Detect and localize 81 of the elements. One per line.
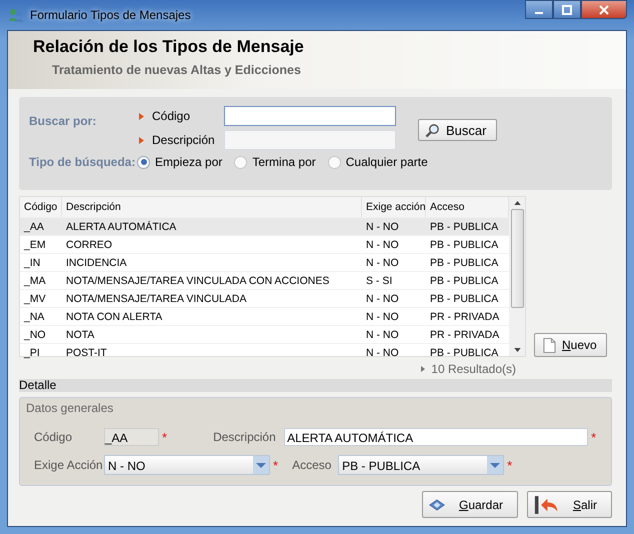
table-cell-text: PB - PUBLICA: [429, 346, 500, 358]
search-label: Buscar por:: [29, 114, 98, 130]
table-cell-text: PR - PRIVADA: [429, 328, 500, 340]
field-label: Acceso: [292, 458, 332, 472]
table-cell-text: N - NO: [365, 328, 400, 340]
column-header[interactable]: Exige acción: [362, 197, 426, 217]
field-label: Código: [34, 430, 74, 444]
radio-option[interactable]: Empieza por: [137, 155, 222, 169]
search-button[interactable]: Buscar: [418, 119, 498, 141]
section-title: Detalle: [19, 378, 56, 392]
table-cell-text: N - NO: [365, 292, 400, 304]
table-cell-text: N - NO: [365, 238, 400, 250]
arrow-icon: [139, 136, 144, 144]
table-cell-text: PB - PUBLICA: [429, 292, 500, 304]
required-mark: *: [162, 430, 168, 444]
maximize-icon: [562, 4, 572, 14]
table-cell-text: POST-IT: [65, 346, 108, 358]
radio-option[interactable]: Cualquier parte: [328, 155, 428, 169]
table-cell-text: N - NO: [365, 220, 400, 232]
column-header[interactable]: Código: [20, 197, 62, 217]
code-field[interactable]: _AA: [104, 428, 159, 446]
column-header[interactable]: Descripción: [62, 197, 362, 217]
table-cell-text: _EM: [22, 238, 47, 250]
arrow-icon: [421, 366, 426, 372]
scroll-up-icon: [514, 201, 520, 205]
table-cell-text: _MA: [22, 274, 47, 286]
close-icon: [599, 4, 609, 14]
table-cell-text: PB - PUBLICA: [429, 274, 500, 286]
field-label: Exige Acción: [34, 458, 104, 472]
field-label: Descripción: [213, 430, 277, 444]
table-cell-text: _PI: [22, 346, 41, 358]
required-mark: *: [273, 458, 278, 472]
access-dropdown[interactable]: PB - PUBLICA: [338, 455, 504, 475]
close-button[interactable]: [581, 0, 627, 19]
table-cell-text: _NO: [22, 328, 47, 340]
table-cell-text: N - NO: [365, 256, 400, 268]
save-button[interactable]: Guardar: [422, 491, 518, 518]
window-title: Formulario Tipos de Mensajes: [30, 8, 191, 22]
exit-arrow-icon: [534, 494, 559, 516]
action-dropdown[interactable]: N - NO: [104, 455, 270, 475]
table-cell-text: N - NO: [365, 346, 400, 358]
required-mark: *: [507, 458, 512, 472]
scroll-down-icon: [514, 348, 520, 352]
table-cell-text: PR - PRIVADA: [429, 310, 500, 322]
table-cell-text: NOTA CON ALERTA: [65, 310, 164, 322]
field-label: Código: [152, 109, 192, 123]
table-cell-text: _IN: [22, 256, 42, 268]
arrow-icon: [139, 112, 144, 120]
table-cell-text: NOTA: [65, 328, 96, 340]
table-cell-text: _AA: [22, 220, 45, 232]
field-label: Descripción: [152, 133, 216, 147]
table-cell-text: N - NO: [365, 310, 400, 322]
scrollbar[interactable]: [509, 197, 525, 356]
form-title: Relación de los Tipos de Mensaje: [33, 37, 305, 57]
description-field[interactable]: ALERTA AUTOMÁTICA: [284, 428, 588, 446]
table-cell-text: INCIDENCIA: [65, 256, 128, 268]
table-cell-text: NOTA/MENSAJE/TAREA VINCULADA: [65, 292, 248, 304]
minimize-icon: [535, 12, 543, 14]
table-cell-text: _NA: [22, 310, 46, 322]
table-cell-text: CORREO: [65, 238, 114, 250]
search-field[interactable]: [224, 106, 396, 126]
people-icon: [8, 7, 24, 23]
required-mark: *: [591, 430, 596, 444]
maximize-button[interactable]: [553, 0, 581, 19]
table-cell-text: _MV: [22, 292, 47, 304]
group-title: Datos generales: [26, 401, 114, 415]
results-count: 10 Resultado(s): [431, 362, 516, 376]
search-icon: [425, 122, 440, 138]
radio-option[interactable]: Termina por: [234, 155, 316, 169]
new-button[interactable]: Nuevo: [534, 333, 607, 357]
page-icon: [543, 338, 556, 352]
minimize-button[interactable]: [525, 0, 553, 19]
table-cell-text: PB - PUBLICA: [429, 238, 500, 250]
form-subtitle: Tratamiento de nuevas Altas y Edicciones: [52, 63, 302, 77]
table-cell-text: ALERTA AUTOMÁTICA: [65, 220, 178, 232]
table-cell-text: PB - PUBLICA: [429, 220, 500, 232]
search-type-label: Tipo de búsqueda:: [29, 155, 136, 169]
table-cell-text: PB - PUBLICA: [429, 256, 500, 268]
exit-button[interactable]: Salir: [527, 491, 612, 518]
table-cell-text: NOTA/MENSAJE/TAREA VINCULADA CON ACCIONES: [65, 274, 330, 286]
table-cell-text: S - SI: [365, 274, 394, 286]
